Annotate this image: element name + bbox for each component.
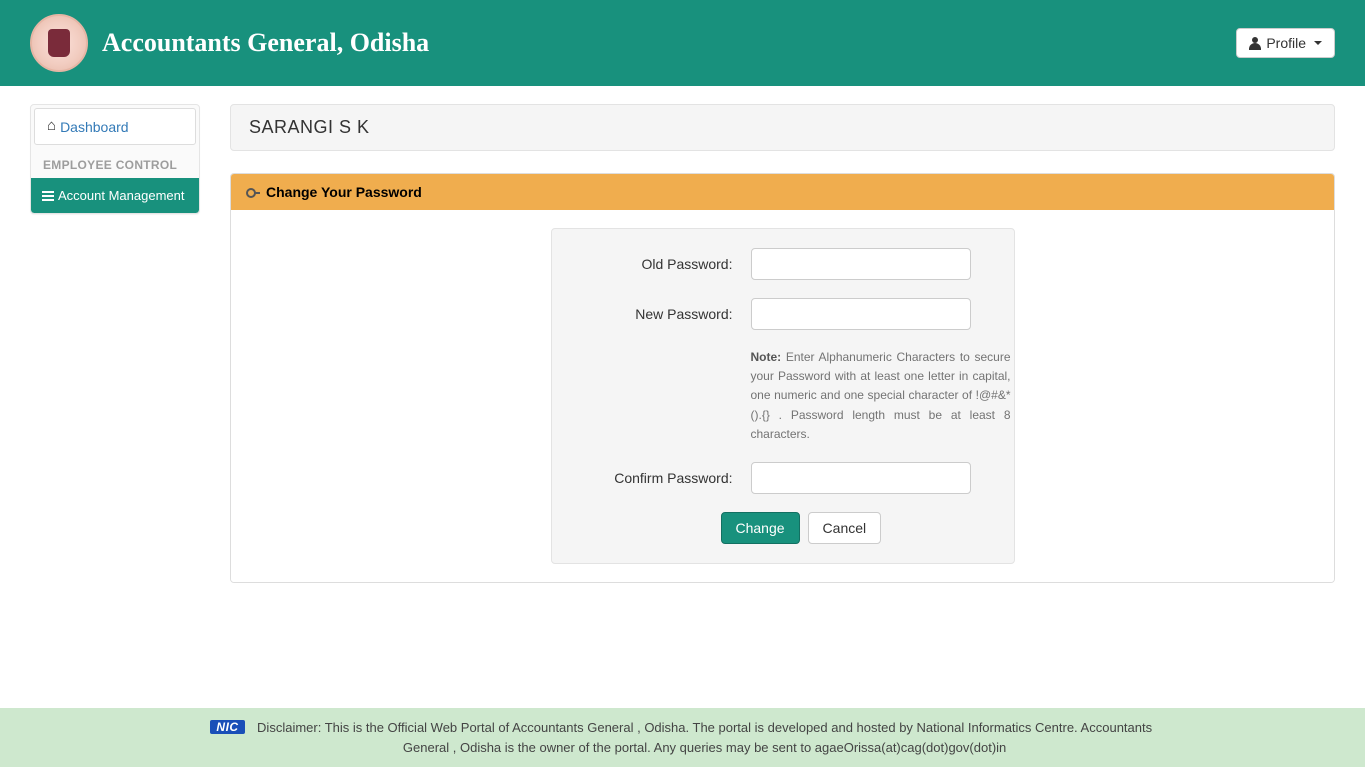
form-row-new-password: New Password: (571, 298, 995, 330)
note-prefix: Note: (751, 350, 782, 364)
logo-icon (30, 14, 88, 72)
confirm-password-label: Confirm Password: (571, 470, 751, 486)
sidebar-section-header: EMPLOYEE CONTROL (31, 148, 199, 178)
new-password-input[interactable] (751, 298, 971, 330)
panel-heading: Change Your Password (231, 174, 1334, 210)
user-title-panel: SARANGI S K (230, 104, 1335, 151)
user-icon (1249, 37, 1261, 49)
note-text: Enter Alphanumeric Characters to secure … (751, 350, 1011, 441)
list-icon (42, 191, 54, 201)
panel-title-text: Change Your Password (266, 184, 422, 200)
profile-label: Profile (1266, 35, 1306, 51)
new-password-label: New Password: (571, 306, 751, 322)
form-row-old-password: Old Password: (571, 248, 995, 280)
old-password-input[interactable] (751, 248, 971, 280)
sidebar-item-dashboard[interactable]: Dashboard (34, 108, 196, 145)
password-note: Note: Enter Alphanumeric Characters to s… (751, 348, 1011, 444)
footer: NIC Disclaimer: This is the Official Web… (0, 708, 1365, 767)
sidebar-item-label: Account Management (58, 188, 184, 203)
content-container: Dashboard EMPLOYEE CONTROL Account Manag… (0, 86, 1365, 603)
form-well: Old Password: New Password: Note: Enter … (551, 228, 1015, 564)
confirm-password-input[interactable] (751, 462, 971, 494)
brand-title: Accountants General, Odisha (102, 28, 429, 58)
cancel-button[interactable]: Cancel (808, 512, 882, 544)
brand: Accountants General, Odisha (30, 14, 429, 72)
nic-badge: NIC (210, 720, 244, 734)
page-title: SARANGI S K (249, 117, 1316, 138)
navbar: Accountants General, Odisha Profile (0, 0, 1365, 86)
panel-body: Old Password: New Password: Note: Enter … (231, 210, 1334, 582)
chevron-down-icon (1314, 41, 1322, 45)
sidebar-item-account-management[interactable]: Account Management (31, 178, 199, 213)
form-row-confirm-password: Confirm Password: (571, 462, 995, 494)
change-password-panel: Change Your Password Old Password: New P… (230, 173, 1335, 583)
button-row: Change Cancel (721, 512, 995, 544)
key-icon (246, 188, 260, 196)
sidebar-item-label: Dashboard (60, 119, 129, 135)
footer-disclaimer: Disclaimer: This is the Official Web Por… (255, 718, 1155, 757)
home-icon (47, 118, 56, 135)
profile-dropdown-button[interactable]: Profile (1236, 28, 1335, 58)
change-button[interactable]: Change (721, 512, 800, 544)
main-area: SARANGI S K Change Your Password Old Pas… (230, 104, 1335, 603)
old-password-label: Old Password: (571, 256, 751, 272)
sidebar: Dashboard EMPLOYEE CONTROL Account Manag… (30, 104, 200, 214)
